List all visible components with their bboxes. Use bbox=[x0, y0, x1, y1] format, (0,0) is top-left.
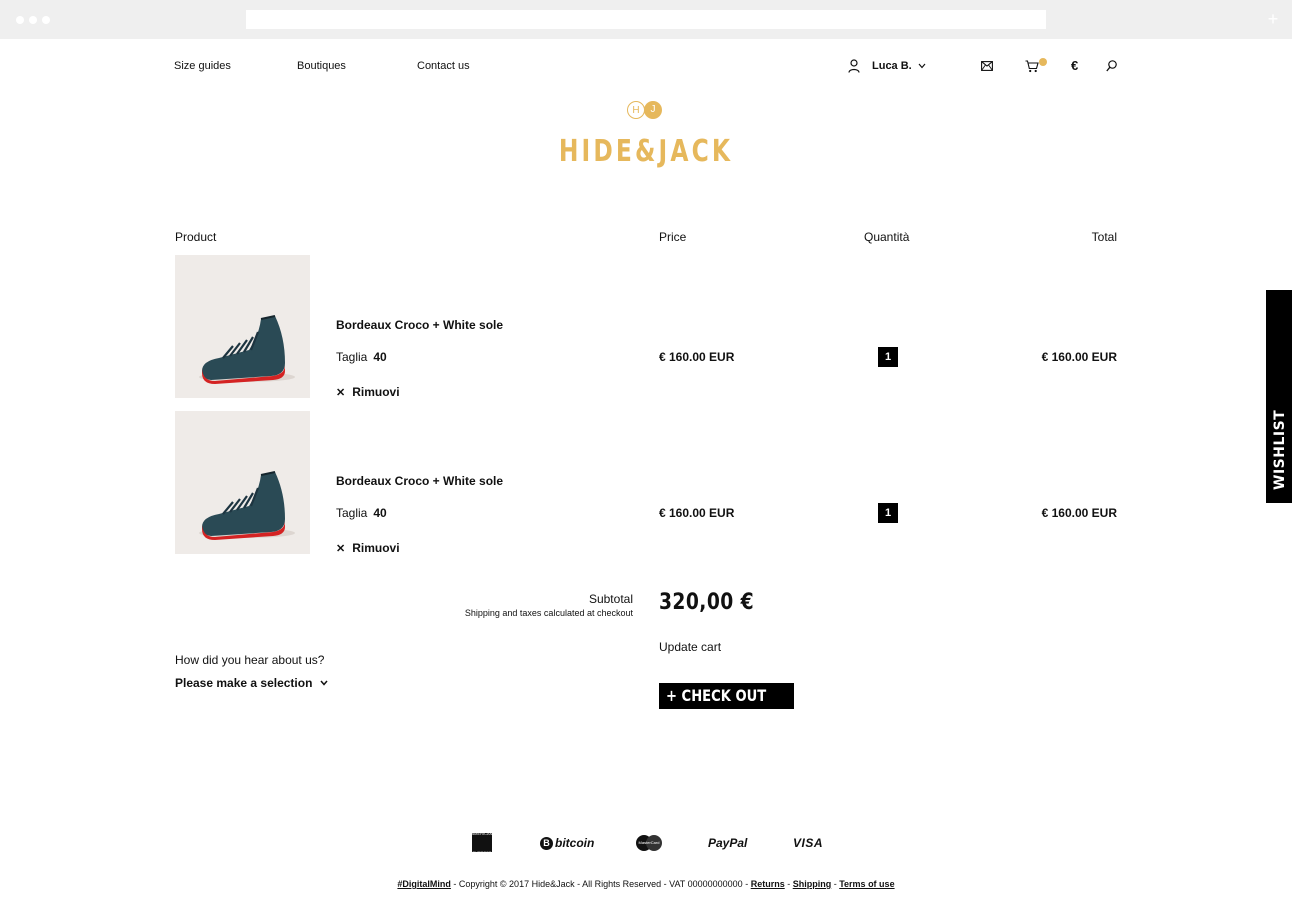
product-size: Taglia 40 bbox=[336, 506, 387, 520]
footer-separator: - bbox=[784, 879, 793, 889]
column-header-total: Total bbox=[1091, 230, 1117, 244]
amex-icon: AMERICAN EXPRESS bbox=[471, 830, 493, 855]
hear-about-label: How did you hear about us? bbox=[175, 653, 325, 667]
product-image[interactable] bbox=[175, 255, 310, 398]
bitcoin-icon: Bbitcoin bbox=[540, 833, 594, 853]
brand-logo[interactable]: HIDE&JACK bbox=[529, 134, 763, 169]
remove-label: Rimuovi bbox=[352, 385, 400, 399]
item-total: € 160.00 EUR bbox=[1041, 350, 1117, 364]
currency-selector[interactable]: € bbox=[1071, 58, 1078, 73]
column-header-quantity: Quantità bbox=[864, 230, 910, 244]
remove-label: Rimuovi bbox=[352, 541, 400, 555]
browser-chrome: + bbox=[0, 0, 1292, 39]
item-total: € 160.00 EUR bbox=[1041, 506, 1117, 520]
nav-size-guides[interactable]: Size guides bbox=[174, 60, 231, 72]
shipping-link[interactable]: Shipping bbox=[793, 879, 832, 889]
user-icon bbox=[848, 59, 860, 73]
chevron-down-icon bbox=[918, 63, 926, 69]
wishlist-tab[interactable]: WISHLIST bbox=[1266, 290, 1292, 503]
shipping-note: Shipping and taxes calculated at checkou… bbox=[464, 608, 633, 618]
user-menu[interactable]: Luca B. bbox=[848, 58, 938, 74]
quantity-input[interactable]: 1 bbox=[878, 347, 898, 367]
size-value: 40 bbox=[373, 506, 387, 520]
checkout-button[interactable]: + CHECK OUT bbox=[659, 683, 794, 709]
remove-item-button[interactable]: ✕ Rimuovi bbox=[336, 541, 400, 555]
logo-mark[interactable]: H J bbox=[626, 100, 664, 120]
product-size: Taglia 40 bbox=[336, 350, 387, 364]
chevron-down-icon bbox=[320, 680, 328, 686]
bitcoin-symbol: B bbox=[540, 836, 553, 850]
window-minimize-dot[interactable] bbox=[29, 16, 37, 24]
subtotal-label: Subtotal bbox=[588, 592, 633, 606]
bitcoin-label: bitcoin bbox=[555, 836, 595, 850]
column-header-product: Product bbox=[175, 230, 217, 244]
close-icon: ✕ bbox=[336, 542, 346, 555]
column-header-price: Price bbox=[659, 230, 687, 244]
copyright-text: - Copyright © 2017 Hide&Jack - All Right… bbox=[450, 879, 751, 889]
mail-icon[interactable] bbox=[980, 59, 993, 73]
user-name: Luca B. bbox=[872, 60, 912, 72]
quantity-input[interactable]: 1 bbox=[878, 503, 898, 523]
close-icon: ✕ bbox=[336, 386, 346, 399]
cart-badge bbox=[1039, 58, 1047, 66]
size-label: Taglia bbox=[336, 506, 368, 520]
subtotal-value: 320,00 € bbox=[659, 590, 755, 615]
item-price: € 160.00 EUR bbox=[659, 350, 735, 364]
remove-item-button[interactable]: ✕ Rimuovi bbox=[336, 385, 400, 399]
size-label: Taglia bbox=[336, 350, 368, 364]
footer-copyright: #DigitalMind - Copyright © 2017 Hide&Jac… bbox=[0, 879, 1292, 889]
mastercard-label: MasterCard bbox=[638, 840, 660, 845]
digitalmind-link[interactable]: #DigitalMind bbox=[397, 879, 451, 889]
product-name[interactable]: Bordeaux Croco + White sole bbox=[336, 318, 503, 332]
cart-icon[interactable] bbox=[1025, 59, 1039, 73]
size-value: 40 bbox=[373, 350, 387, 364]
product-name[interactable]: Bordeaux Croco + White sole bbox=[336, 474, 503, 488]
paypal-icon: PayPal bbox=[708, 836, 748, 850]
address-bar[interactable] bbox=[246, 10, 1046, 29]
returns-link[interactable]: Returns bbox=[751, 879, 785, 889]
item-price: € 160.00 EUR bbox=[659, 506, 735, 520]
window-close-dot[interactable] bbox=[16, 16, 24, 24]
window-maximize-dot[interactable] bbox=[42, 16, 50, 24]
checkout-label: + CHECK OUT bbox=[666, 686, 767, 705]
new-tab-button[interactable]: + bbox=[1265, 10, 1281, 28]
visa-icon: VISA bbox=[793, 836, 824, 850]
hear-about-select[interactable]: Please make a selection bbox=[175, 676, 328, 690]
terms-of-use-link[interactable]: Terms of use bbox=[839, 879, 894, 889]
logo-mark-j: J bbox=[644, 101, 662, 119]
hear-about-value: Please make a selection bbox=[175, 676, 313, 690]
mastercard-icon: MasterCard bbox=[636, 835, 662, 851]
update-cart-link[interactable]: Update cart bbox=[659, 640, 721, 654]
wishlist-label: WISHLIST bbox=[1272, 409, 1288, 490]
logo-mark-h: H bbox=[627, 101, 645, 119]
search-icon[interactable] bbox=[1105, 59, 1117, 73]
nav-boutiques[interactable]: Boutiques bbox=[297, 60, 346, 72]
nav-contact-us[interactable]: Contact us bbox=[417, 60, 470, 72]
product-image[interactable] bbox=[175, 411, 310, 554]
